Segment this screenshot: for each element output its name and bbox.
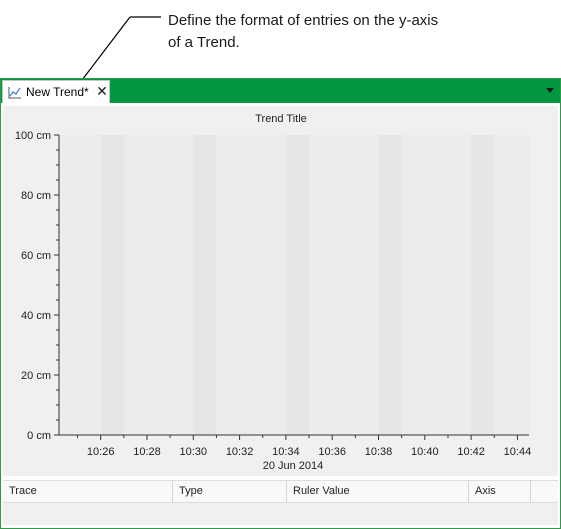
y-axis: 0 cm 20 cm 40 cm 60 cm 80 cm 100 cm [15, 130, 60, 442]
x-tick-label: 10:38 [365, 446, 393, 458]
x-tick-label: 10:40 [411, 446, 439, 458]
plot-band [285, 135, 310, 435]
trace-table-body [3, 503, 558, 525]
y-tick-label: 80 cm [21, 190, 51, 202]
x-tick-label: 10:44 [504, 446, 532, 458]
x-axis: 10:26 10:28 10:30 10:32 10:34 10:36 10:38 10:40… [59, 434, 532, 458]
chevron-down-icon[interactable] [546, 88, 554, 93]
trend-chart-icon [8, 87, 21, 99]
column-header-filler [531, 481, 558, 502]
x-axis-date-label: 20 Jun 2014 [263, 460, 324, 472]
callout-line-2: of a Trend. [168, 34, 240, 51]
plot-band [378, 135, 402, 435]
x-tick-label: 10:42 [457, 446, 485, 458]
x-tick-label: 10:26 [87, 446, 115, 458]
plot-band [193, 135, 217, 435]
y-tick-label: 20 cm [21, 370, 51, 382]
chart-svg: Trend Title 0 cm 20 cm 40 cm 60 cm 80 cm 100 … [15, 113, 532, 472]
tab-new-trend[interactable]: New Trend* ✕ [2, 80, 110, 103]
x-tick-label: 10:28 [133, 446, 161, 458]
y-tick-label: 0 cm [27, 430, 51, 442]
x-tick-label: 10:32 [226, 446, 254, 458]
y-tick-label: 40 cm [21, 310, 51, 322]
y-tick-label: 60 cm [21, 250, 51, 262]
column-header-axis[interactable]: Axis [469, 481, 531, 502]
trace-table-header: Trace Type Ruler Value Axis [3, 481, 558, 503]
plot-band [471, 135, 495, 435]
trend-window: New Trend* ✕ Trend Title 0 cm 20 cm 40 cm 6… [0, 78, 561, 529]
x-tick-label: 10:30 [180, 446, 208, 458]
plot-bands [59, 135, 529, 435]
callout-text: Define the format of entries on the y-ax… [168, 10, 508, 54]
trend-chart: Trend Title 0 cm 20 cm 40 cm 60 cm 80 cm 100 … [3, 106, 558, 476]
tab-strip: New Trend* ✕ [1, 79, 560, 103]
y-tick-label: 100 cm [15, 130, 51, 142]
trace-table: Trace Type Ruler Value Axis [3, 480, 558, 525]
tab-label: New Trend* [26, 85, 89, 99]
column-header-ruler-value[interactable]: Ruler Value [287, 481, 469, 502]
column-header-trace[interactable]: Trace [3, 481, 173, 502]
plot-band [100, 135, 124, 435]
column-header-type[interactable]: Type [173, 481, 287, 502]
close-icon[interactable]: ✕ [96, 83, 108, 100]
callout-line-1: Define the format of entries on the y-ax… [168, 12, 439, 29]
chart-title: Trend Title [255, 113, 307, 125]
x-tick-label: 10:34 [272, 446, 300, 458]
x-tick-label: 10:36 [318, 446, 346, 458]
